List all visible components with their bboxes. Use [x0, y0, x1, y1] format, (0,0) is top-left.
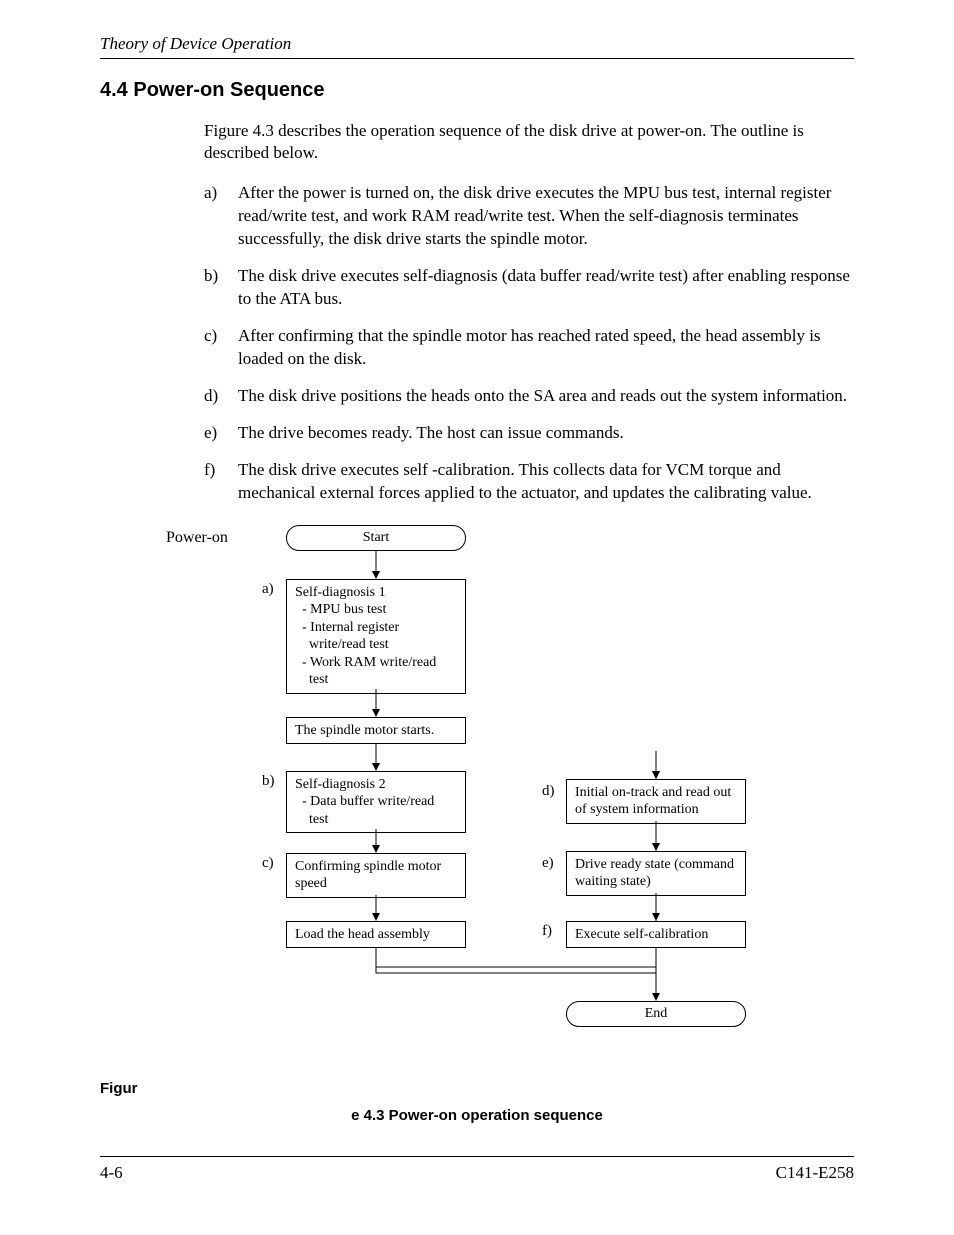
list-item: e) The drive becomes ready. The host can…	[204, 422, 854, 445]
list-item: f) The disk drive executes self -calibra…	[204, 459, 854, 505]
list-item: d) The disk drive positions the heads on…	[204, 385, 854, 408]
figure-caption-fragment-center: e 4.3 Power-on operation sequence	[100, 1107, 854, 1124]
list-item: b) The disk drive executes self-diagnosi…	[204, 265, 854, 311]
list-item-label: b)	[204, 265, 238, 311]
flow-box-self-calibration: Execute self-calibration	[566, 921, 746, 949]
doc-number: C141-E258	[776, 1163, 854, 1183]
flow-box-drive-ready: Drive ready state (command waiting state…	[566, 851, 746, 896]
list-item-text: The disk drive executes self -calibratio…	[238, 459, 854, 505]
flow-step-label-e: e)	[542, 855, 554, 872]
list-item-label: c)	[204, 325, 238, 371]
list-item: a) After the power is turned on, the dis…	[204, 182, 854, 251]
page-footer: 4-6 C141-E258	[100, 1156, 854, 1183]
section-heading: 4.4 Power-on Sequence	[100, 79, 854, 102]
list-item-text: The disk drive executes self-diagnosis (…	[238, 265, 854, 311]
list-item-text: After the power is turned on, the disk d…	[238, 182, 854, 251]
flow-arrow-icon	[651, 893, 661, 921]
list-item-text: The disk drive positions the heads onto …	[238, 385, 854, 408]
flow-arrow-icon	[651, 821, 661, 851]
list-item-text: After confirming that the spindle motor …	[238, 325, 854, 371]
list-item-label: f)	[204, 459, 238, 505]
figure-caption: Figur e 4.3 Power-on operation sequence	[100, 1080, 854, 1124]
list-item-label: e)	[204, 422, 238, 445]
list-item-label: a)	[204, 182, 238, 251]
flow-step-label-d: d)	[542, 783, 555, 800]
figure-caption-fragment-left: Figur	[100, 1080, 854, 1097]
flow-step-label-f: f)	[542, 923, 552, 940]
list-item-text: The drive becomes ready. The host can is…	[238, 422, 854, 445]
page-number: 4-6	[100, 1163, 123, 1183]
list-item-label: d)	[204, 385, 238, 408]
flow-connector-icon	[166, 525, 866, 1085]
running-header: Theory of Device Operation	[100, 34, 854, 59]
flow-arrow-icon	[651, 947, 661, 1001]
list-item: c) After confirming that the spindle mot…	[204, 325, 854, 371]
flowchart: Power-on Start a) Self-diagnosis 1 - MPU…	[166, 525, 866, 1085]
flow-end: End	[566, 1001, 746, 1027]
flow-box-initial-track: Initial on-track and read out of system …	[566, 779, 746, 824]
intro-paragraph: Figure 4.3 describes the operation seque…	[204, 120, 854, 164]
